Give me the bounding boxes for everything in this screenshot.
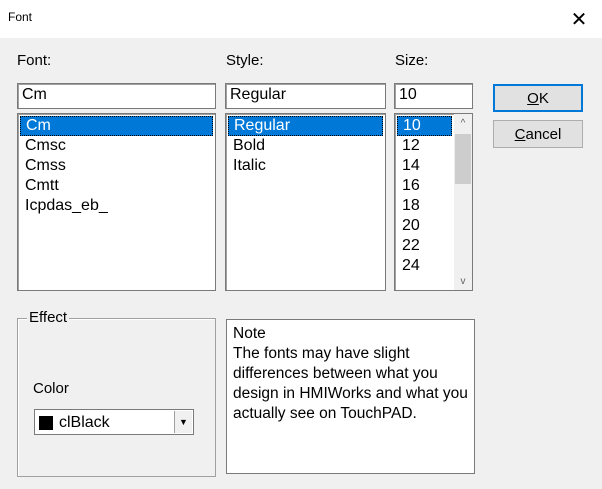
- size-list[interactable]: 10 12 14 16 18 20 22 24 ^ v: [394, 113, 473, 291]
- ok-mnemonic: O: [527, 89, 539, 107]
- size-list-item[interactable]: 16: [397, 176, 452, 196]
- style-list-item[interactable]: Regular: [228, 116, 383, 136]
- color-value: clBlack: [59, 414, 110, 431]
- size-list-item[interactable]: 22: [397, 236, 452, 256]
- effect-group-label: Effect: [27, 309, 70, 326]
- dialog-body: Font: Style: Size: Cm Regular 10 Cm Cmsc…: [1, 38, 601, 488]
- close-icon[interactable]: ✕: [556, 0, 602, 38]
- size-list-item[interactable]: 10: [397, 116, 452, 136]
- title-bar: Font ✕: [0, 0, 602, 38]
- effect-group: [17, 318, 216, 477]
- note-heading: Note: [233, 325, 266, 342]
- note-text: The fonts may have slight differences be…: [233, 345, 468, 422]
- style-list-item[interactable]: Italic: [228, 156, 383, 176]
- style-label: Style:: [226, 52, 264, 69]
- scroll-thumb[interactable]: [455, 134, 471, 184]
- size-label: Size:: [395, 52, 429, 69]
- note-box: Note The fonts may have slight differenc…: [226, 319, 475, 474]
- scroll-down-icon[interactable]: v: [454, 272, 472, 290]
- window-title: Font: [8, 10, 33, 24]
- font-list[interactable]: Cm Cmsc Cmss Cmtt Icpdas_eb_: [17, 113, 216, 291]
- style-list-item[interactable]: Bold: [228, 136, 383, 156]
- size-list-item[interactable]: 14: [397, 156, 452, 176]
- ok-label: K: [538, 89, 549, 107]
- cancel-button[interactable]: Cancel: [493, 120, 583, 148]
- color-swatch: [39, 416, 53, 430]
- style-list[interactable]: Regular Bold Italic: [225, 113, 386, 291]
- cancel-label: ancel: [525, 125, 562, 143]
- font-name-input[interactable]: Cm: [17, 83, 216, 109]
- size-list-item[interactable]: 24: [397, 256, 452, 276]
- font-list-item[interactable]: Icpdas_eb_: [20, 196, 213, 216]
- ok-button[interactable]: OK: [493, 84, 583, 112]
- font-size-input[interactable]: 10: [394, 83, 473, 109]
- font-list-item[interactable]: Cmsc: [20, 136, 213, 156]
- size-scrollbar[interactable]: ^ v: [454, 114, 472, 290]
- size-list-item[interactable]: 20: [397, 216, 452, 236]
- font-label: Font:: [17, 52, 52, 69]
- font-list-item[interactable]: Cm: [20, 116, 213, 136]
- size-list-item[interactable]: 12: [397, 136, 452, 156]
- font-list-item[interactable]: Cmtt: [20, 176, 213, 196]
- cancel-mnemonic: C: [514, 125, 526, 143]
- chevron-down-icon[interactable]: ▼: [174, 411, 192, 433]
- size-list-item[interactable]: 18: [397, 196, 452, 216]
- font-style-input[interactable]: Regular: [225, 83, 386, 109]
- font-list-item[interactable]: Cmss: [20, 156, 213, 176]
- color-label: Color: [33, 380, 69, 397]
- scroll-up-icon[interactable]: ^: [454, 114, 472, 132]
- color-dropdown[interactable]: clBlack ▼: [34, 409, 194, 435]
